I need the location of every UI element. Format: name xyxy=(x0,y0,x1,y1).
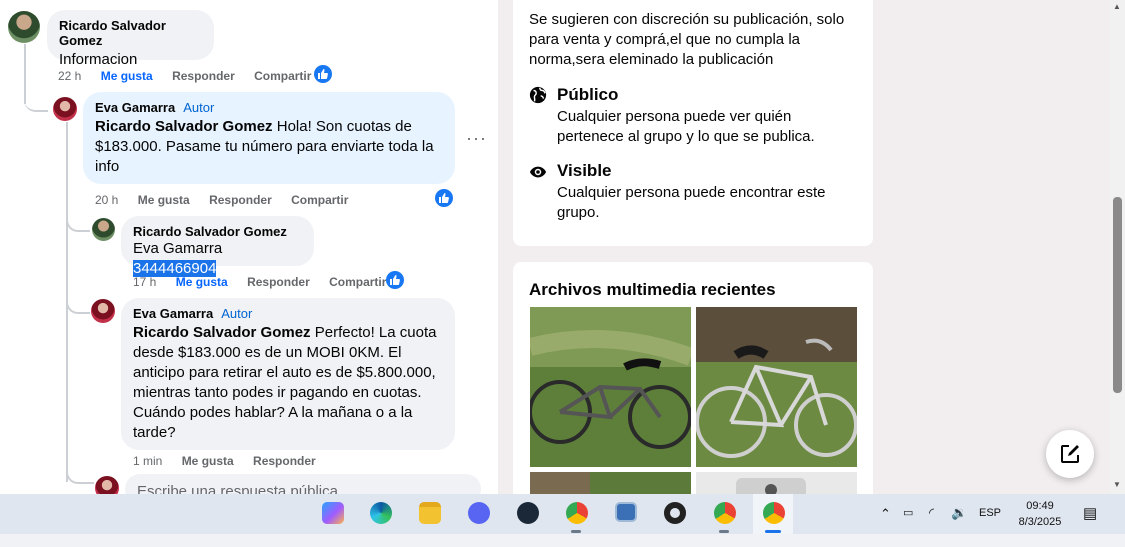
share-button[interactable]: Compartir xyxy=(254,69,311,83)
like-button[interactable]: Me gusta xyxy=(138,193,190,207)
comment-bubble: Eva Gamarra Autor Ricardo Salvador Gomez … xyxy=(121,298,455,450)
reply-button[interactable]: Responder xyxy=(247,275,310,289)
more-options-icon[interactable]: ··· xyxy=(466,128,487,149)
edge-icon[interactable] xyxy=(360,494,400,534)
avatar[interactable] xyxy=(91,299,115,323)
group-description: Se sugieren con discreción su publicació… xyxy=(529,11,845,68)
scroll-down-arrow[interactable]: ▼ xyxy=(1113,480,1121,489)
recent-media-card: Archivos multimedia recientes xyxy=(513,262,873,502)
like-button[interactable]: Me gusta xyxy=(176,275,228,289)
comment-time[interactable]: 1 min xyxy=(133,454,162,468)
comment-body: Perfecto! La cuota desde $183.000 es de … xyxy=(133,324,437,441)
comment-author[interactable]: Ricardo Salvador Gomez xyxy=(133,224,302,239)
comment-actions: 17 h Me gusta Responder Compartir xyxy=(133,275,402,289)
comment-author[interactable]: Ricardo Salvador Gomez xyxy=(59,18,202,48)
comment-time[interactable]: 22 h xyxy=(58,69,81,83)
comment-text: Ricardo Salvador Gomez Hola! Son cuotas … xyxy=(95,117,443,177)
comment-text: Eva Gamarra 3444466904 xyxy=(133,239,302,279)
avatar[interactable] xyxy=(8,11,40,43)
mention-link[interactable]: Ricardo Salvador Gomez xyxy=(95,118,273,135)
system-clock[interactable]: 09:49 8/3/2025 xyxy=(1010,498,1070,530)
steam-icon[interactable] xyxy=(507,494,547,534)
clock-time: 09:49 xyxy=(1026,500,1054,512)
eye-icon xyxy=(529,166,547,178)
globe-icon xyxy=(529,86,547,104)
like-button[interactable]: Me gusta xyxy=(101,69,153,83)
comment-text: Ricardo Salvador Gomez Perfecto! La cuot… xyxy=(133,323,443,443)
thread-line xyxy=(66,296,90,314)
copilot-icon[interactable] xyxy=(312,494,352,534)
comment-author[interactable]: Eva Gamarra xyxy=(95,100,175,115)
comments-section: Ricardo Salvador Gomez Informacion 22 h … xyxy=(0,0,498,494)
clock-date: 8/3/2025 xyxy=(1018,516,1062,528)
reply-button[interactable]: Responder xyxy=(172,69,235,83)
thread-line xyxy=(66,214,90,232)
share-button[interactable]: Compartir xyxy=(291,193,348,207)
share-button[interactable]: Compartir xyxy=(329,275,386,289)
media-thumbnail[interactable] xyxy=(530,307,691,467)
comment-actions: 22 h Me gusta Responder Compartir xyxy=(58,69,327,83)
chrome-icon[interactable] xyxy=(556,494,596,534)
scroll-up-arrow[interactable]: ▲ xyxy=(1113,2,1121,11)
like-reaction-icon[interactable] xyxy=(314,65,332,83)
language-indicator[interactable]: ESP xyxy=(979,507,1001,547)
settings-icon[interactable] xyxy=(654,494,694,534)
comment-time[interactable]: 17 h xyxy=(133,275,156,289)
thread-line xyxy=(66,466,94,484)
file-explorer-icon[interactable] xyxy=(409,494,449,534)
reply-button[interactable]: Responder xyxy=(253,454,316,468)
battery-icon[interactable]: ▭ xyxy=(903,506,913,546)
volume-icon[interactable]: 🔉 xyxy=(951,505,967,545)
visible-title: Visible xyxy=(557,161,612,180)
reply-button[interactable]: Responder xyxy=(209,193,272,207)
compose-icon xyxy=(1061,445,1079,463)
like-button[interactable]: Me gusta xyxy=(182,454,234,468)
recent-media-title: Archivos multimedia recientes xyxy=(529,280,776,299)
show-hidden-icons-button[interactable]: ⌃ xyxy=(880,506,891,546)
comment-bubble: Eva Gamarra Autor Ricardo Salvador Gomez … xyxy=(83,92,455,184)
avatar[interactable] xyxy=(53,97,77,121)
mention-link[interactable]: Ricardo Salvador Gomez xyxy=(133,324,311,341)
avatar xyxy=(95,476,119,494)
wifi-icon[interactable]: ◜ xyxy=(929,505,934,545)
remote-desktop-icon[interactable] xyxy=(605,494,645,534)
author-badge: Autor xyxy=(221,306,253,321)
comment-actions: 1 min Me gusta Responder xyxy=(133,454,332,468)
group-about-card: Se sugieren con discreción su publicació… xyxy=(513,0,873,246)
comment-actions: 20 h Me gusta Responder Compartir xyxy=(95,193,364,207)
author-badge: Autor xyxy=(183,100,215,115)
like-reaction-icon[interactable] xyxy=(435,189,453,207)
thread-line xyxy=(24,80,48,112)
public-title: Público xyxy=(557,85,619,104)
public-description: Cualquier persona puede ver quién perten… xyxy=(557,108,815,145)
comment-bubble: Ricardo Salvador Gomez Eva Gamarra 34444… xyxy=(121,216,314,277)
media-thumbnail[interactable] xyxy=(696,307,857,467)
windows-taskbar: ⌃ ▭ ◜ 🔉 ESP 09:49 8/3/2025 ▤ xyxy=(0,494,1125,534)
comment-author[interactable]: Eva Gamarra xyxy=(133,306,213,321)
new-post-button[interactable] xyxy=(1046,430,1094,478)
visible-description: Cualquier persona puede encontrar este g… xyxy=(557,184,826,221)
avatar[interactable] xyxy=(92,218,115,241)
mention-link[interactable]: Eva Gamarra xyxy=(133,240,222,257)
chrome-profile-icon[interactable] xyxy=(753,494,793,534)
discord-icon[interactable] xyxy=(458,494,498,534)
chrome-profile-c-icon[interactable] xyxy=(704,494,744,534)
reply-input[interactable]: Escribe una respuesta pública... xyxy=(125,474,481,494)
like-reaction-icon[interactable] xyxy=(386,271,404,289)
comment-time[interactable]: 20 h xyxy=(95,193,118,207)
notifications-icon[interactable]: ▤ xyxy=(1083,504,1097,544)
scrollbar-thumb[interactable] xyxy=(1113,197,1122,393)
comment-bubble: Ricardo Salvador Gomez Informacion xyxy=(47,10,214,68)
comment-text: Informacion xyxy=(59,51,138,68)
